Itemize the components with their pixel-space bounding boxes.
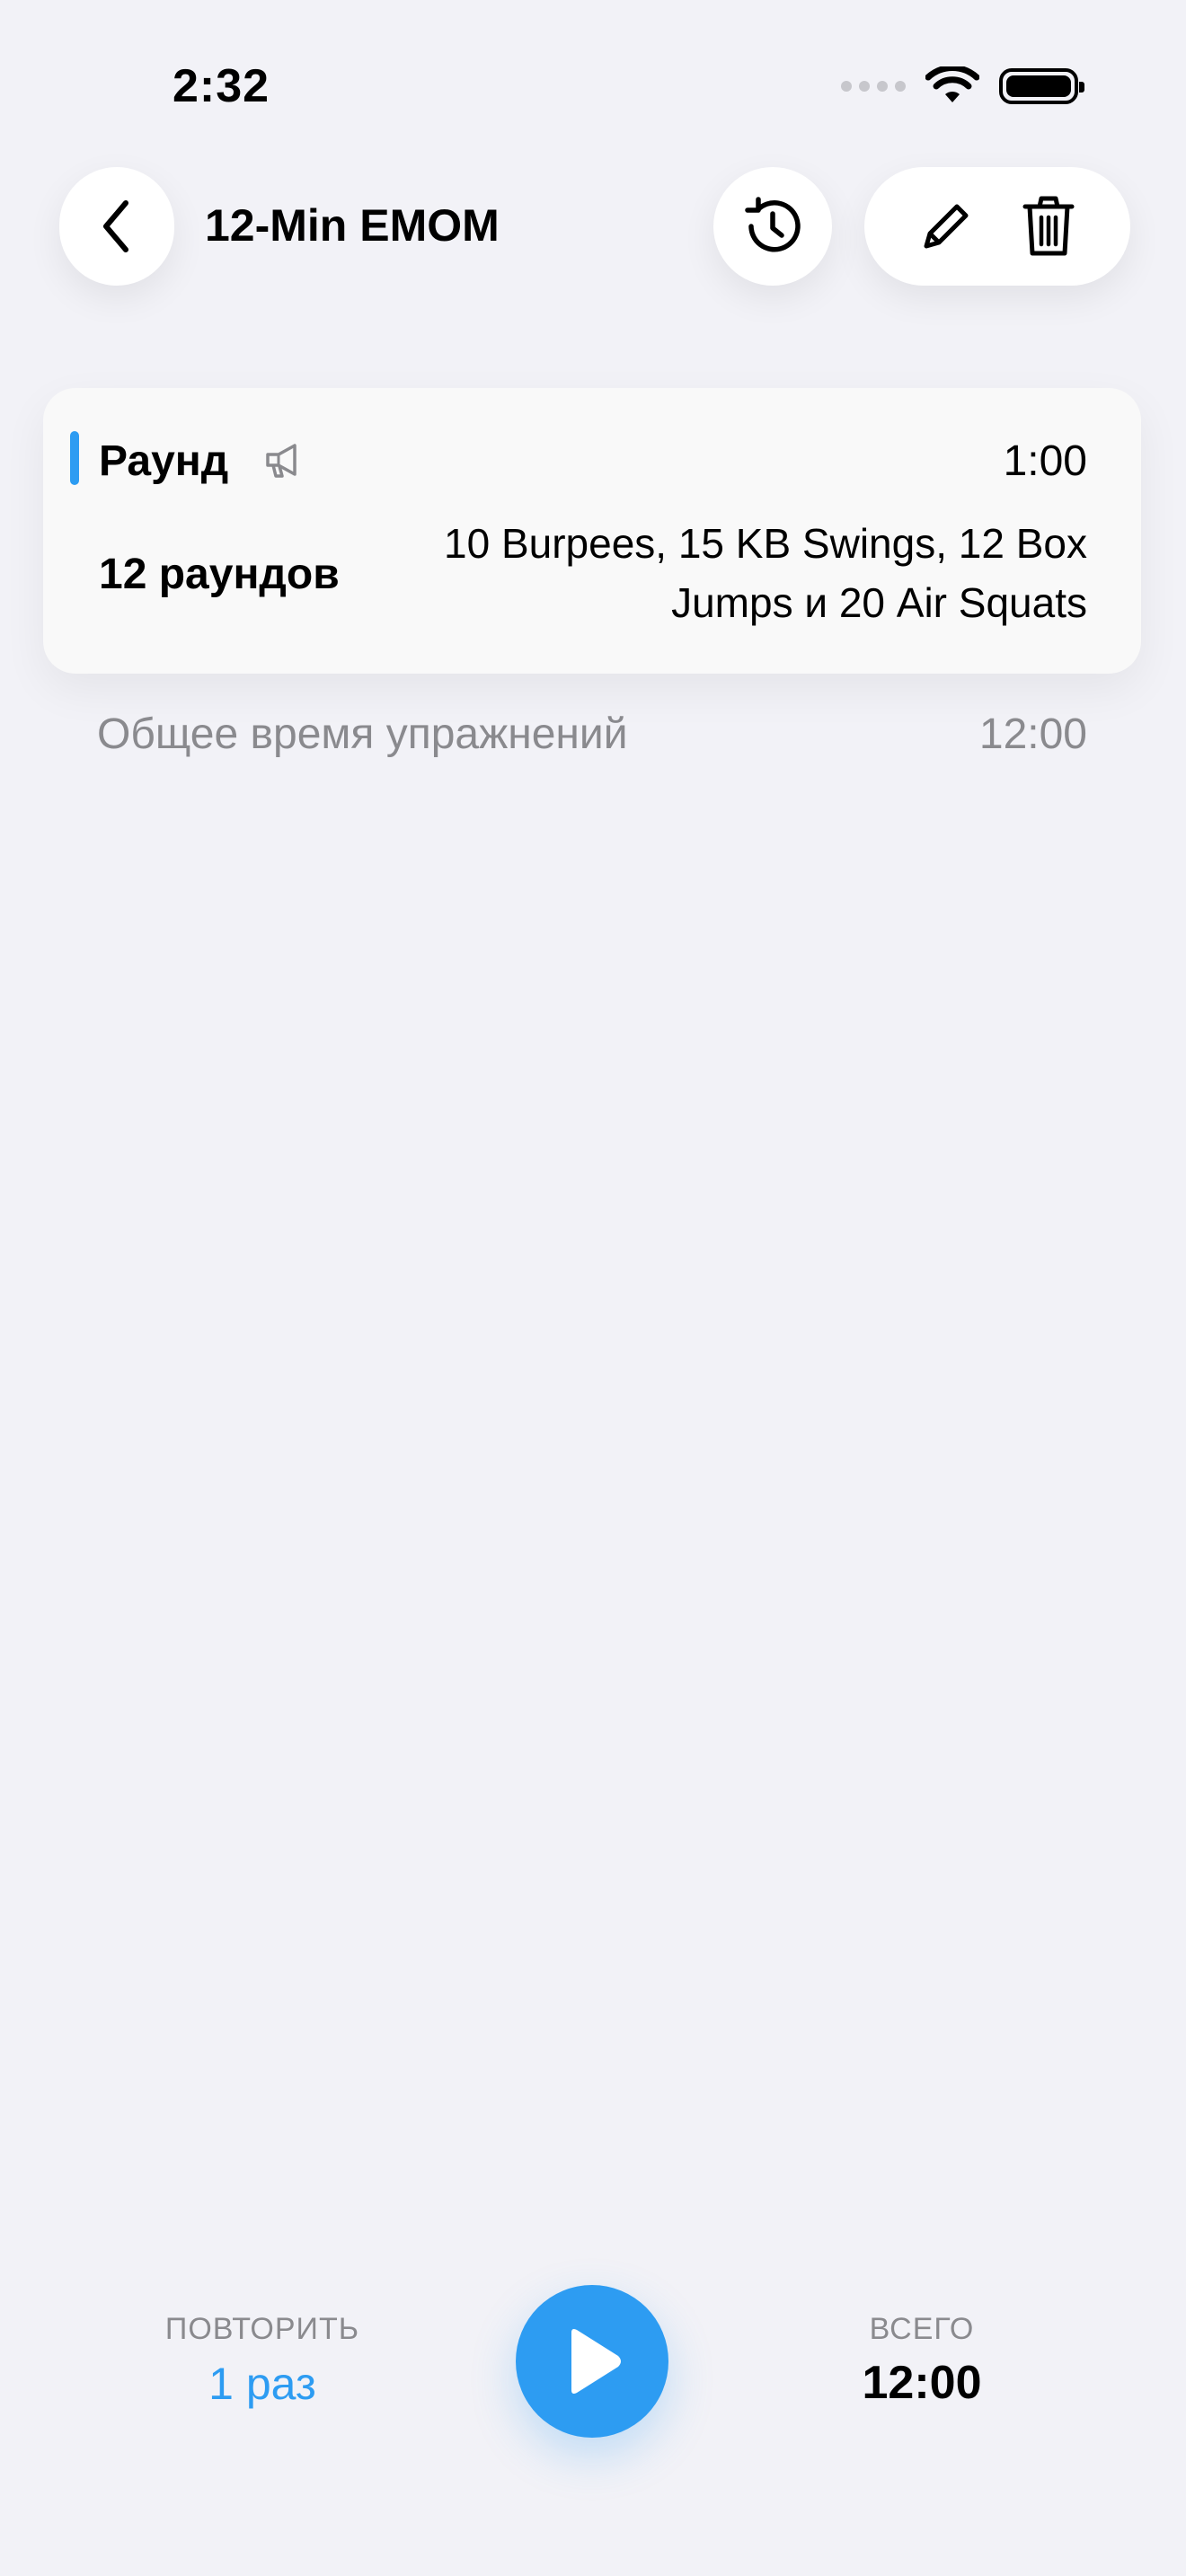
chevron-left-icon [103, 200, 128, 252]
delete-button[interactable] [1008, 186, 1089, 267]
interval-duration: 1:00 [1003, 437, 1087, 485]
edit-delete-group [864, 167, 1130, 286]
total-caption: ВСЕГО [869, 2312, 975, 2346]
interval-label: Раунд [99, 437, 229, 485]
battery-icon [999, 68, 1084, 104]
history-icon [745, 197, 801, 252]
wifi-icon [925, 66, 979, 102]
status-icons [841, 65, 1084, 108]
megaphone-icon [266, 444, 296, 478]
exercise-list: 10 Burpees, 15 KB Swings, 12 Box Jumps и… [444, 520, 1087, 626]
total-value: 12:00 [862, 2357, 982, 2409]
rounds-count: 12 раундов [99, 551, 340, 598]
workout-title: 12-Min EMOM [205, 200, 500, 251]
repeat-control[interactable]: ПОВТОРИТЬ 1 раз [119, 2312, 406, 2410]
trash-icon [1022, 196, 1075, 256]
back-button[interactable] [59, 167, 174, 286]
interval-card[interactable]: Раунд 1:00 12 раундов 10 Burpees, 15 KB … [43, 388, 1141, 674]
total-exercise-time-label: Общее время упражнений [97, 710, 628, 758]
pencil-icon [924, 204, 969, 249]
repeat-value[interactable]: 1 раз [119, 2358, 406, 2410]
total-summary: ВСЕГО 12:00 [778, 2312, 1066, 2410]
play-button[interactable] [516, 2285, 668, 2438]
workout-detail-screen: 2:32 12-Min EMOM Раунд 1:00 12 раундов 1… [0, 0, 1186, 2576]
play-icon [571, 2329, 621, 2394]
history-button[interactable] [713, 167, 832, 286]
edit-button[interactable] [906, 186, 987, 267]
total-exercise-time-value: 12:00 [978, 710, 1087, 758]
status-time: 2:32 [173, 60, 270, 112]
interval-color-bar [70, 431, 79, 485]
cellular-signal-icon [841, 81, 906, 92]
repeat-caption: ПОВТОРИТЬ [164, 2312, 360, 2346]
